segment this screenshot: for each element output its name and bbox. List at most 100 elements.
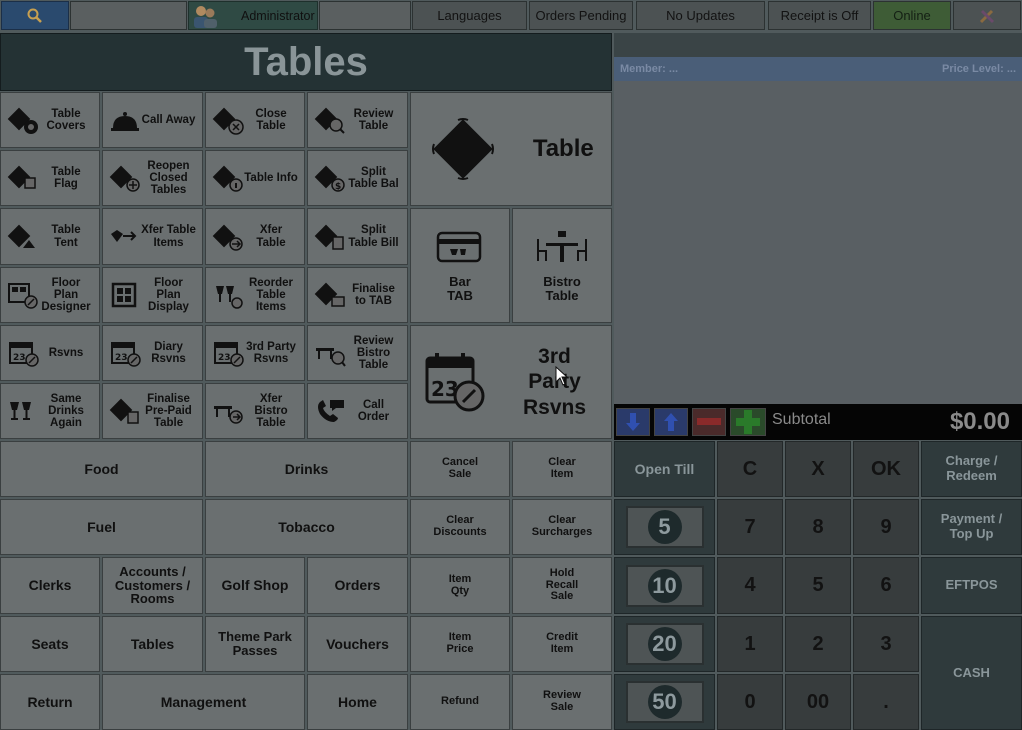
category-seats[interactable]: Seats bbox=[0, 616, 100, 672]
review-bistro-table-button[interactable]: Review Bistro Table bbox=[307, 325, 408, 381]
scroll-up-button[interactable] bbox=[654, 408, 688, 436]
refund-button[interactable]: Refund bbox=[410, 674, 510, 730]
finalise-prepaid-table-button[interactable]: Finalise Pre-Paid Table bbox=[102, 383, 203, 439]
split-table-bal-button[interactable]: $ Split Table Bal bbox=[307, 150, 408, 206]
note-10-button[interactable]: 10 bbox=[614, 557, 715, 614]
category-orders[interactable]: Orders bbox=[307, 557, 408, 614]
review-sale-button[interactable]: Review Sale bbox=[512, 674, 612, 730]
category-fuel[interactable]: Fuel bbox=[0, 499, 203, 555]
bistro-table-label: Bistro Table bbox=[543, 273, 581, 303]
third-party-rsvns-small-button[interactable]: 23 3rd Party Rsvns bbox=[205, 325, 305, 381]
user-button[interactable]: Administrator bbox=[188, 1, 318, 30]
table-big-button[interactable]: Table bbox=[410, 92, 612, 206]
category-clerks[interactable]: Clerks bbox=[0, 557, 100, 614]
finalise-to-tab-button[interactable]: Finalise to TAB bbox=[307, 267, 408, 323]
key-4[interactable]: 4 bbox=[717, 557, 783, 614]
search-button[interactable] bbox=[1, 1, 69, 30]
category-return[interactable]: Return bbox=[0, 674, 100, 730]
call-order-button[interactable]: Call Order bbox=[307, 383, 408, 439]
drinks-glasses-icon bbox=[10, 402, 31, 420]
rsvns-button[interactable]: 23 Rsvns bbox=[0, 325, 100, 381]
category-drinks[interactable]: Drinks bbox=[205, 441, 408, 497]
orders-pending-button[interactable]: Orders Pending bbox=[529, 1, 633, 30]
clear-surcharges-button[interactable]: Clear Surcharges bbox=[512, 499, 612, 555]
cancel-sale-button[interactable]: Cancel Sale bbox=[410, 441, 510, 497]
scroll-down-button[interactable] bbox=[616, 408, 650, 436]
third-party-rsvns-big-button[interactable]: 23 3rd Party Rsvns bbox=[410, 325, 612, 439]
key-c[interactable]: C bbox=[717, 441, 783, 497]
reopen-closed-tables-button[interactable]: Reopen Closed Tables bbox=[102, 150, 203, 206]
xfer-table-button[interactable]: Xfer Table bbox=[205, 208, 305, 265]
banknote-20: 20 bbox=[625, 623, 704, 665]
split-table-bal-label: Split Table Bal bbox=[348, 165, 399, 190]
clear-item-button[interactable]: Clear Item bbox=[512, 441, 612, 497]
key-x[interactable]: X bbox=[785, 441, 851, 497]
bistro-review-icon bbox=[316, 348, 346, 367]
note-10-value: 10 bbox=[647, 568, 682, 603]
floor-plan-display-button[interactable]: Floor Plan Display bbox=[102, 267, 203, 323]
category-golf-shop[interactable]: Golf Shop bbox=[205, 557, 305, 614]
bistro-table-button[interactable]: Bistro Table bbox=[512, 208, 612, 323]
clear-discounts-button[interactable]: Clear Discounts bbox=[410, 499, 510, 555]
order-items-list[interactable] bbox=[614, 81, 1022, 404]
key-ok[interactable]: OK bbox=[853, 441, 919, 497]
open-till-button[interactable]: Open Till bbox=[614, 441, 715, 497]
key-2[interactable]: 2 bbox=[785, 616, 851, 672]
xfer-bistro-table-button[interactable]: Xfer Bistro Table bbox=[205, 383, 305, 439]
category-accounts[interactable]: Accounts / Customers / Rooms bbox=[102, 557, 203, 614]
category-tables[interactable]: Tables bbox=[102, 616, 203, 672]
category-vouchers[interactable]: Vouchers bbox=[307, 616, 408, 672]
languages-button[interactable]: Languages bbox=[412, 1, 527, 30]
category-food[interactable]: Food bbox=[0, 441, 203, 497]
key-8[interactable]: 8 bbox=[785, 499, 851, 555]
key-00[interactable]: 00 bbox=[785, 674, 851, 730]
category-tobacco[interactable]: Tobacco bbox=[205, 499, 408, 555]
split-table-bill-button[interactable]: Split Table Bill bbox=[307, 208, 408, 265]
key-5[interactable]: 5 bbox=[785, 557, 851, 614]
floor-plan-designer-button[interactable]: Floor Plan Designer bbox=[0, 267, 100, 323]
eftpos-button[interactable]: EFTPOS bbox=[921, 557, 1022, 614]
bistro-transfer-icon bbox=[214, 406, 243, 424]
table-tent-button[interactable]: Table Tent bbox=[0, 208, 100, 265]
call-away-button[interactable]: Call Away bbox=[102, 92, 203, 148]
category-home[interactable]: Home bbox=[307, 674, 408, 730]
close-table-button[interactable]: Close Table bbox=[205, 92, 305, 148]
item-qty-button[interactable]: Item Qty bbox=[410, 557, 510, 614]
no-updates-button[interactable]: No Updates bbox=[636, 1, 765, 30]
review-table-button[interactable]: Review Table bbox=[307, 92, 408, 148]
table-info-button[interactable]: Table Info bbox=[205, 150, 305, 206]
note-5-button[interactable]: 5 bbox=[614, 499, 715, 555]
decrease-qty-button[interactable] bbox=[692, 408, 726, 436]
table-covers-button[interactable]: Table Covers bbox=[0, 92, 100, 148]
charge-redeem-button[interactable]: Charge / Redeem bbox=[921, 441, 1022, 497]
payment-topup-button[interactable]: Payment / Top Up bbox=[921, 499, 1022, 555]
bar-tab-button[interactable]: Bar TAB bbox=[410, 208, 510, 323]
cash-button[interactable]: CASH bbox=[921, 616, 1022, 730]
price-level-label[interactable]: Price Level: ... bbox=[942, 63, 1016, 75]
table-tent-label: Table Tent bbox=[51, 224, 81, 249]
diary-rsvns-button[interactable]: 23 Diary Rsvns bbox=[102, 325, 203, 381]
key-dot[interactable]: . bbox=[853, 674, 919, 730]
receipt-toggle-button[interactable]: Receipt is Off bbox=[768, 1, 871, 30]
category-theme-park[interactable]: Theme Park Passes bbox=[205, 616, 305, 672]
settings-button[interactable] bbox=[953, 1, 1021, 30]
item-price-button[interactable]: Item Price bbox=[410, 616, 510, 672]
key-6[interactable]: 6 bbox=[853, 557, 919, 614]
key-0[interactable]: 0 bbox=[717, 674, 783, 730]
reorder-table-items-button[interactable]: Reorder Table Items bbox=[205, 267, 305, 323]
same-drinks-again-button[interactable]: Same Drinks Again bbox=[0, 383, 100, 439]
category-management[interactable]: Management bbox=[102, 674, 305, 730]
key-3[interactable]: 3 bbox=[853, 616, 919, 672]
xfer-table-items-button[interactable]: Xfer Table Items bbox=[102, 208, 203, 265]
key-9[interactable]: 9 bbox=[853, 499, 919, 555]
key-7[interactable]: 7 bbox=[717, 499, 783, 555]
table-flag-button[interactable]: Table Flag bbox=[0, 150, 100, 206]
note-50-button[interactable]: 50 bbox=[614, 674, 715, 730]
increase-qty-button[interactable] bbox=[730, 408, 766, 436]
hold-recall-sale-button[interactable]: Hold Recall Sale bbox=[512, 557, 612, 614]
note-20-button[interactable]: 20 bbox=[614, 616, 715, 672]
online-status-button[interactable]: Online bbox=[873, 1, 951, 30]
key-1[interactable]: 1 bbox=[717, 616, 783, 672]
member-label[interactable]: Member: ... bbox=[620, 63, 678, 75]
credit-item-button[interactable]: Credit Item bbox=[512, 616, 612, 672]
